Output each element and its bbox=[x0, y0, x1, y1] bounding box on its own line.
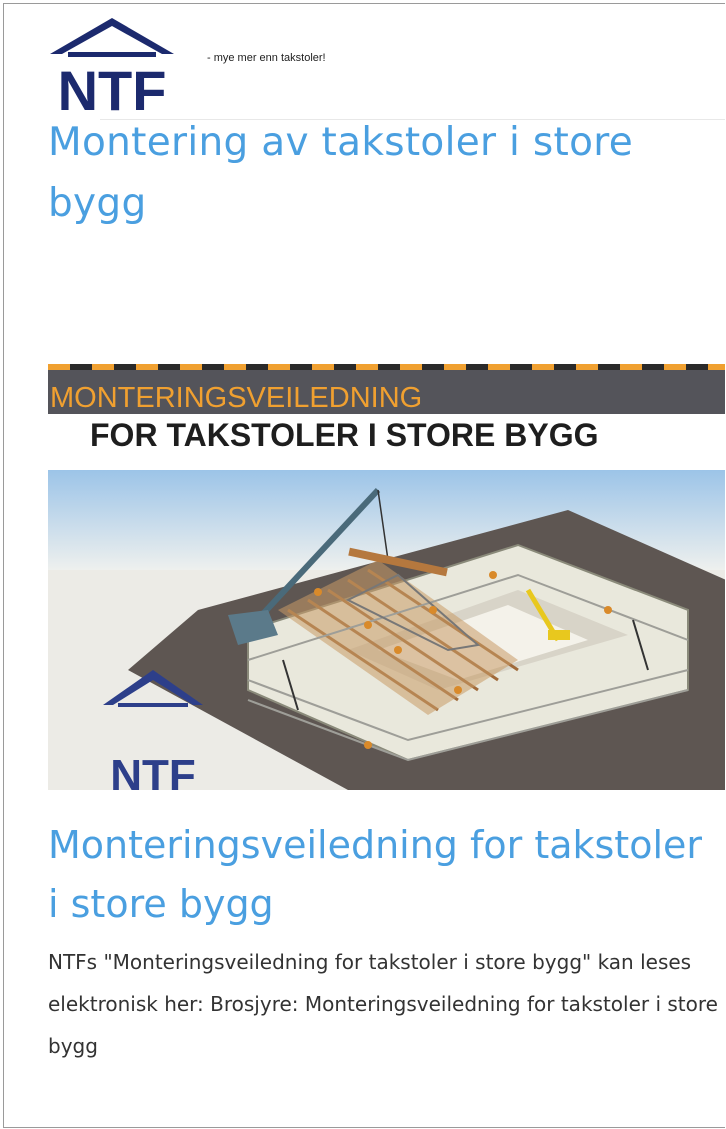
hero-line2: FOR TAKSTOLER I STORE BYGG bbox=[90, 417, 598, 453]
site-header: NTF - mye mer enn takstoler! bbox=[4, 4, 725, 122]
ntf-logo[interactable]: NTF bbox=[46, 14, 178, 112]
hero-line1: MONTERINGSVEILEDNING bbox=[50, 382, 422, 414]
logo-text: NTF bbox=[58, 59, 167, 112]
hero-image[interactable]: MONTERINGSVEILEDNING FOR TAKSTOLER I STO… bbox=[48, 360, 725, 790]
page-title: Montering av takstoler i store bygg bbox=[48, 120, 634, 226]
tagline: - mye mer enn takstoler! bbox=[207, 52, 326, 64]
article-title[interactable]: Monteringsveiledning for takstoler i sto… bbox=[48, 816, 718, 934]
article-body: NTFs "Monteringsveiledning for takstoler… bbox=[48, 950, 718, 1058]
page-frame: NTF - mye mer enn takstoler! Montering a… bbox=[3, 3, 725, 1128]
hero-logo-text: NTF bbox=[110, 751, 196, 790]
